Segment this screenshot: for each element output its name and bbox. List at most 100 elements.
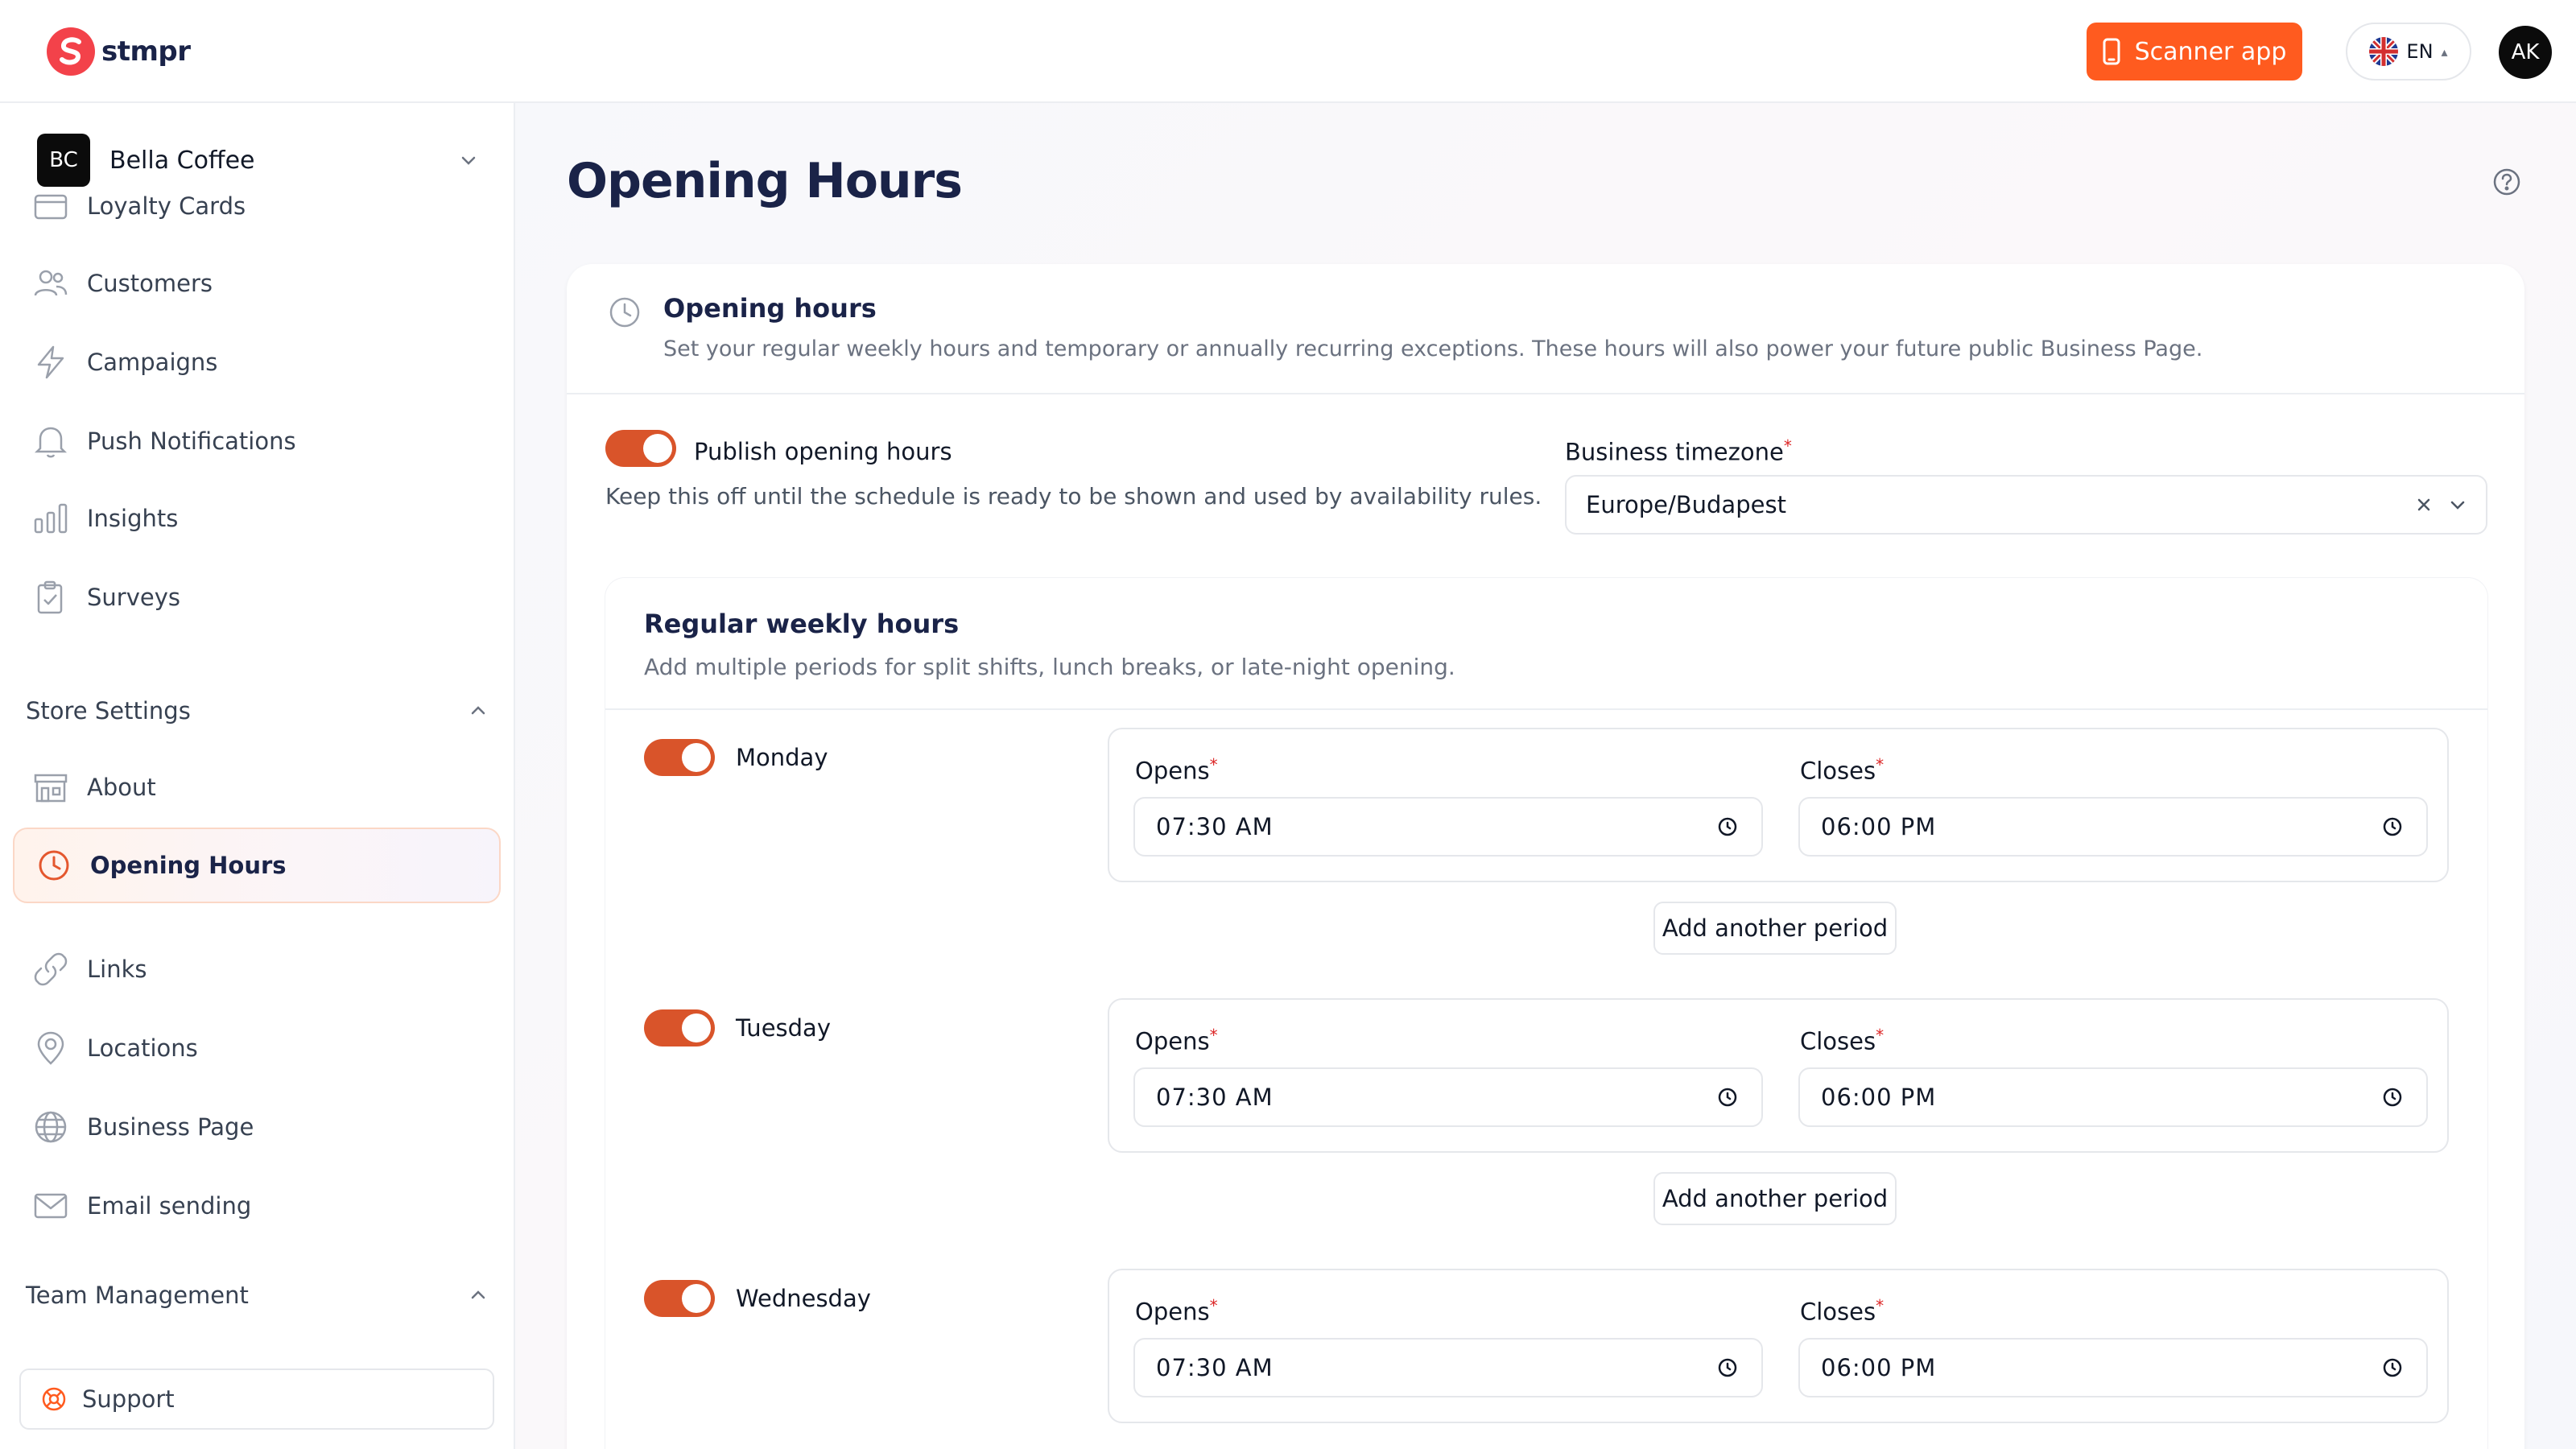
sidebar-item-about[interactable]: About [32, 762, 483, 813]
opens-time-value: 07:30 AM [1156, 813, 1274, 840]
day-toggle-wednesday[interactable] [644, 1280, 715, 1317]
clock-icon [39, 850, 69, 881]
scanner-app-button[interactable]: Scanner app [2087, 23, 2302, 80]
clock-icon [2383, 1358, 2402, 1377]
closes-time-input[interactable]: 06:00 PM [1798, 797, 2428, 857]
sidebar-item-label: Loyalty Cards [87, 192, 246, 220]
closes-time-value: 06:00 PM [1821, 1354, 1937, 1381]
team-management-title: Team Management [26, 1282, 249, 1309]
chevron-up-icon [471, 706, 485, 715]
chevron-down-icon[interactable] [2446, 493, 2470, 517]
team-management-section-toggle[interactable]: Team Management [26, 1275, 489, 1315]
weekly-hours-title: Regular weekly hours [644, 609, 960, 639]
card-header: Opening hours Set your regular weekly ho… [567, 264, 2524, 394]
card-subtitle: Set your regular weekly hours and tempor… [663, 336, 2203, 361]
bar-chart-icon [34, 503, 68, 534]
logo[interactable]: stmpr [45, 26, 191, 77]
top-bar: stmpr Scanner app EN ▴ AK [0, 0, 2576, 103]
publish-opening-hours-toggle[interactable] [605, 430, 676, 467]
opens-time-input[interactable]: 07:30 AM [1133, 797, 1763, 857]
sidebar-item-surveys[interactable]: Surveys [32, 572, 483, 623]
phone-icon [2103, 38, 2120, 65]
publish-help-text: Keep this off until the schedule is read… [605, 483, 1542, 510]
globe-icon [35, 1111, 67, 1143]
sidebar-item-email-sending[interactable]: Email sending [32, 1180, 483, 1232]
sidebar-item-label: Business Page [87, 1113, 254, 1141]
support-button[interactable]: Support [19, 1368, 494, 1430]
sidebar-item-business-page[interactable]: Business Page [32, 1101, 483, 1153]
sidebar-item-label: Surveys [87, 584, 180, 611]
opens-time-input[interactable]: 07:30 AM [1133, 1338, 1763, 1397]
main-content: Opening Hours Opening hours Set your reg… [515, 103, 2576, 1449]
sidebar: Loyalty Cards BC Bella Coffee Customers … [0, 103, 515, 1449]
add-period-button-tuesday[interactable]: Add another period [1653, 1172, 1897, 1225]
clock-icon [2383, 817, 2402, 836]
closes-label: Closes* [1800, 1026, 1885, 1055]
opening-hours-card: Opening hours Set your regular weekly ho… [567, 264, 2524, 1449]
weekly-hours-header: Regular weekly hours Add multiple period… [605, 578, 2487, 710]
language-switcher[interactable]: EN ▴ [2346, 23, 2471, 80]
store-name: Bella Coffee [109, 146, 255, 175]
publish-label: Publish opening hours [694, 438, 952, 465]
opens-time-value: 07:30 AM [1156, 1354, 1274, 1381]
day-toggle-tuesday[interactable] [644, 1009, 715, 1046]
user-avatar[interactable]: AK [2499, 26, 2552, 79]
opens-time-input[interactable]: 07:30 AM [1133, 1067, 1763, 1127]
clipboard-icon [37, 580, 63, 614]
add-period-button-monday[interactable]: Add another period [1653, 902, 1897, 955]
sidebar-item-label: Push Notifications [87, 427, 296, 455]
weekly-hours-subtitle: Add multiple periods for split shifts, l… [644, 654, 1455, 680]
clock-icon [2383, 1088, 2402, 1107]
sidebar-item-locations[interactable]: Locations [32, 1022, 483, 1074]
opens-label: Opens* [1135, 1026, 1218, 1055]
store-switcher[interactable]: BC Bella Coffee [37, 134, 480, 187]
page-title: Opening Hours [567, 153, 963, 209]
opens-time-value: 07:30 AM [1156, 1084, 1274, 1111]
sidebar-item-push-notifications[interactable]: Push Notifications [32, 415, 483, 467]
sidebar-item-label: Campaigns [87, 349, 218, 376]
link-icon [34, 952, 68, 986]
language-code: EN [2406, 40, 2434, 63]
uk-flag-icon [2369, 37, 2399, 66]
sidebar-item-insights[interactable]: Insights [32, 493, 483, 544]
sidebar-item-label: Locations [87, 1034, 198, 1062]
sidebar-item-label: Email sending [87, 1192, 252, 1220]
sidebar-item-label: Customers [87, 270, 213, 297]
timezone-select[interactable]: Europe/Budapest [1565, 475, 2487, 535]
sidebar-item-links[interactable]: Links [32, 943, 483, 995]
sidebar-item-label: Links [87, 956, 147, 983]
card-title: Opening hours [663, 293, 877, 324]
clear-icon[interactable] [2412, 493, 2436, 517]
sidebar-item-campaigns[interactable]: Campaigns [32, 336, 483, 388]
scanner-app-label: Scanner app [2134, 37, 2287, 66]
period-row: Opens* Closes* 07:30 AM 06:00 PM [1108, 1269, 2449, 1423]
period-row: Opens* Closes* 07:30 AM 06:00 PM [1108, 728, 2449, 882]
support-label: Support [82, 1385, 175, 1413]
opens-label: Opens* [1135, 755, 1218, 785]
closes-time-value: 06:00 PM [1821, 1084, 1937, 1111]
card-icon [34, 194, 68, 220]
stmpr-logo-icon [47, 27, 95, 76]
closes-time-input[interactable]: 06:00 PM [1798, 1067, 2428, 1127]
sidebar-item-loyalty-cards[interactable]: Loyalty Cards [32, 180, 483, 232]
store-icon [34, 774, 68, 803]
sidebar-item-label: Opening Hours [90, 852, 287, 879]
map-pin-icon [37, 1031, 64, 1065]
bolt-icon [37, 345, 64, 379]
clock-icon [609, 297, 640, 328]
sidebar-item-customers[interactable]: Customers [32, 258, 483, 309]
chevron-up-icon [471, 1290, 485, 1299]
store-settings-title: Store Settings [26, 697, 191, 724]
day-toggle-monday[interactable] [644, 739, 715, 776]
store-settings-section-toggle[interactable]: Store Settings [26, 691, 489, 731]
logo-text: stmpr [101, 35, 191, 68]
mail-icon [34, 1193, 68, 1219]
users-icon [34, 270, 68, 296]
closes-label: Closes* [1800, 1296, 1885, 1326]
closes-time-input[interactable]: 06:00 PM [1798, 1338, 2428, 1397]
help-icon[interactable] [2492, 167, 2521, 196]
closes-time-value: 06:00 PM [1821, 813, 1937, 840]
sidebar-item-opening-hours[interactable]: Opening Hours [13, 828, 501, 903]
day-label-wednesday: Wednesday [736, 1285, 871, 1312]
day-label-tuesday: Tuesday [736, 1014, 831, 1042]
